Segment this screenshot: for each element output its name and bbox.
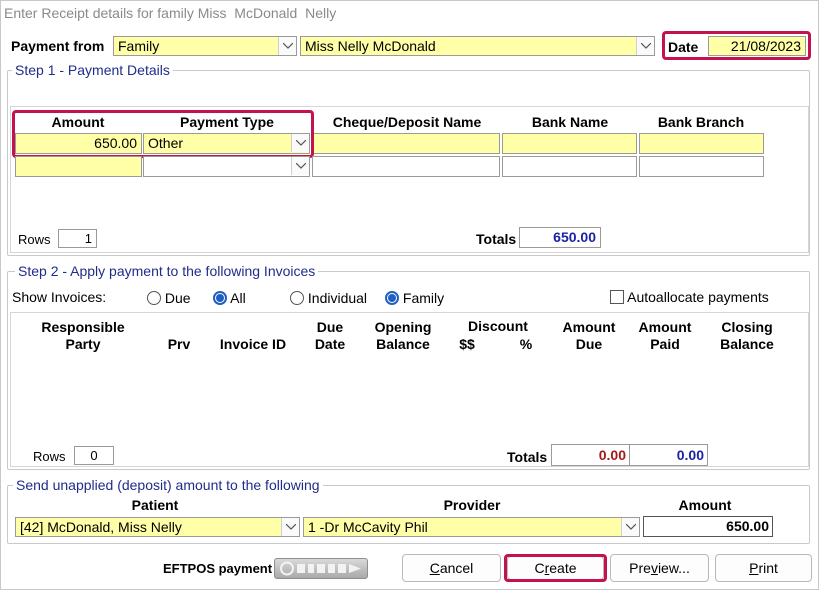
date-field[interactable]: 21/08/2023 <box>708 36 806 56</box>
col-amount-paid-1: Amount <box>638 319 692 335</box>
total-amount-due: 0.00 <box>551 444 630 466</box>
col-closing-balance: Closing Balance <box>710 319 784 353</box>
provider-value: 1 -Dr McCavity Phil <box>308 519 428 535</box>
preview-label-pre: Pre <box>629 560 651 576</box>
payment-type-combo-new[interactable] <box>143 156 310 177</box>
eftpos-logo-button[interactable] <box>274 558 368 579</box>
col-discount-dollars: $$ <box>459 336 475 352</box>
col-discount-pct: % <box>519 336 533 352</box>
print-label-accel: P <box>749 560 759 576</box>
col-due-date: Due Date <box>305 319 355 353</box>
amount-type-highlight <box>12 110 314 158</box>
step1-totals-field: 650.00 <box>519 227 601 248</box>
col-invoice-id: Invoice ID <box>219 336 287 352</box>
radio-individual[interactable]: Individual <box>290 290 367 306</box>
col-amount-paid-2: Paid <box>650 336 680 352</box>
cheque-name-cell[interactable] <box>312 133 500 154</box>
amount-cell-new[interactable] <box>15 156 142 177</box>
col-amount-due-2: Due <box>575 336 603 352</box>
patient-value: [42] McDonald, Miss Nelly <box>20 519 182 535</box>
col-responsible-party: Responsible Party <box>23 319 143 353</box>
col-amount-paid: Amount Paid <box>632 319 698 353</box>
provider-combo[interactable]: 1 -Dr McCavity Phil <box>303 517 640 537</box>
step2-rows-field[interactable]: 0 <box>74 446 114 465</box>
col-prv: Prv <box>167 336 191 352</box>
col-due-1: Due <box>316 319 344 335</box>
autoallocate-box[interactable] <box>610 290 624 304</box>
radio-family-indicator[interactable] <box>385 291 399 305</box>
unapplied-title: Send unapplied (deposit) amount to the f… <box>13 477 323 493</box>
bank-branch-cell-new[interactable] <box>639 156 764 177</box>
cancel-label-accel: C <box>429 560 440 576</box>
col-amount-due-1: Amount <box>562 319 616 335</box>
payment-from-name-combo[interactable]: Miss Nelly McDonald <box>300 36 655 56</box>
bank-branch-cell[interactable] <box>639 133 764 154</box>
step2-rows-label: Rows <box>33 449 66 464</box>
step1-rows-field[interactable]: 1 <box>58 229 97 248</box>
col-responsible-2: Party <box>65 336 101 352</box>
radio-all[interactable]: All <box>213 290 246 306</box>
total-amount-paid: 0.00 <box>629 444 708 466</box>
col-opening-1: Opening <box>374 319 432 335</box>
col-responsible-1: Responsible <box>41 319 125 335</box>
step2-totals-label: Totals <box>507 449 548 465</box>
payment-from-type-value: Family <box>118 38 160 54</box>
chevron-down-icon[interactable] <box>281 518 299 536</box>
show-invoices-label: Show Invoices: <box>12 289 107 305</box>
print-label-post: rint <box>758 560 778 576</box>
autoallocate-checkbox[interactable]: Autoallocate payments <box>610 289 769 305</box>
radio-family-label: Family <box>402 290 445 306</box>
radio-individual-label: Individual <box>307 290 368 306</box>
step1-title: Step 1 - Payment Details <box>12 62 173 78</box>
patient-label: Patient <box>131 497 179 513</box>
cancel-button[interactable]: Cancel <box>402 554 501 582</box>
radio-due-indicator[interactable] <box>147 291 161 305</box>
col-closing-2: Balance <box>720 336 774 352</box>
radio-family[interactable]: Family <box>385 290 444 306</box>
chevron-down-icon[interactable] <box>621 518 639 536</box>
preview-label-accel: v <box>650 560 658 576</box>
payment-from-label: Payment from <box>11 38 105 54</box>
radio-individual-indicator[interactable] <box>290 291 304 305</box>
radio-all-label: All <box>230 290 246 306</box>
autoallocate-label: Autoallocate payments <box>627 289 769 305</box>
col-bank-branch: Bank Branch <box>657 114 745 130</box>
window-title: Enter Receipt details for family Miss Mc… <box>4 5 337 21</box>
radio-due[interactable]: Due <box>147 290 191 306</box>
eftpos-label: EFTPOS payment <box>163 561 273 576</box>
step2-title: Step 2 - Apply payment to the following … <box>15 263 319 279</box>
bank-name-cell[interactable] <box>502 133 637 154</box>
date-label: Date <box>668 39 699 55</box>
payment-from-type-combo[interactable]: Family <box>113 36 297 56</box>
col-discount: Discount <box>468 318 528 334</box>
cheque-name-cell-new[interactable] <box>312 156 500 177</box>
chevron-down-icon[interactable] <box>291 157 309 175</box>
eftpos-logo-icon <box>280 561 361 576</box>
bank-name-cell-new[interactable] <box>502 156 637 177</box>
print-button[interactable]: Print <box>715 554 812 582</box>
unapplied-amount-field[interactable]: 650.00 <box>643 516 773 537</box>
patient-combo[interactable]: [42] McDonald, Miss Nelly <box>15 517 300 537</box>
step1-totals-label: Totals <box>476 231 517 247</box>
chevron-down-icon[interactable] <box>636 37 654 55</box>
provider-label: Provider <box>443 497 501 513</box>
cancel-label-post: ancel <box>439 560 474 576</box>
chevron-down-icon[interactable] <box>278 37 296 55</box>
radio-all-indicator[interactable] <box>213 291 227 305</box>
col-opening-balance: Opening Balance <box>368 319 438 353</box>
amount-label: Amount <box>678 497 732 513</box>
preview-label-post: iew... <box>657 560 690 576</box>
col-opening-2: Balance <box>376 336 430 352</box>
col-amount-due: Amount Due <box>556 319 622 353</box>
payment-from-name-value: Miss Nelly McDonald <box>305 38 436 54</box>
radio-due-label: Due <box>164 290 191 306</box>
step1-rows-label: Rows <box>18 232 51 247</box>
col-bank-name: Bank Name <box>531 114 609 130</box>
create-highlight <box>504 554 607 582</box>
col-due-2: Date <box>314 336 346 352</box>
col-closing-1: Closing <box>721 319 773 335</box>
col-cheque-name: Cheque/Deposit Name <box>332 114 482 130</box>
preview-button[interactable]: Pre v iew... <box>610 554 709 582</box>
